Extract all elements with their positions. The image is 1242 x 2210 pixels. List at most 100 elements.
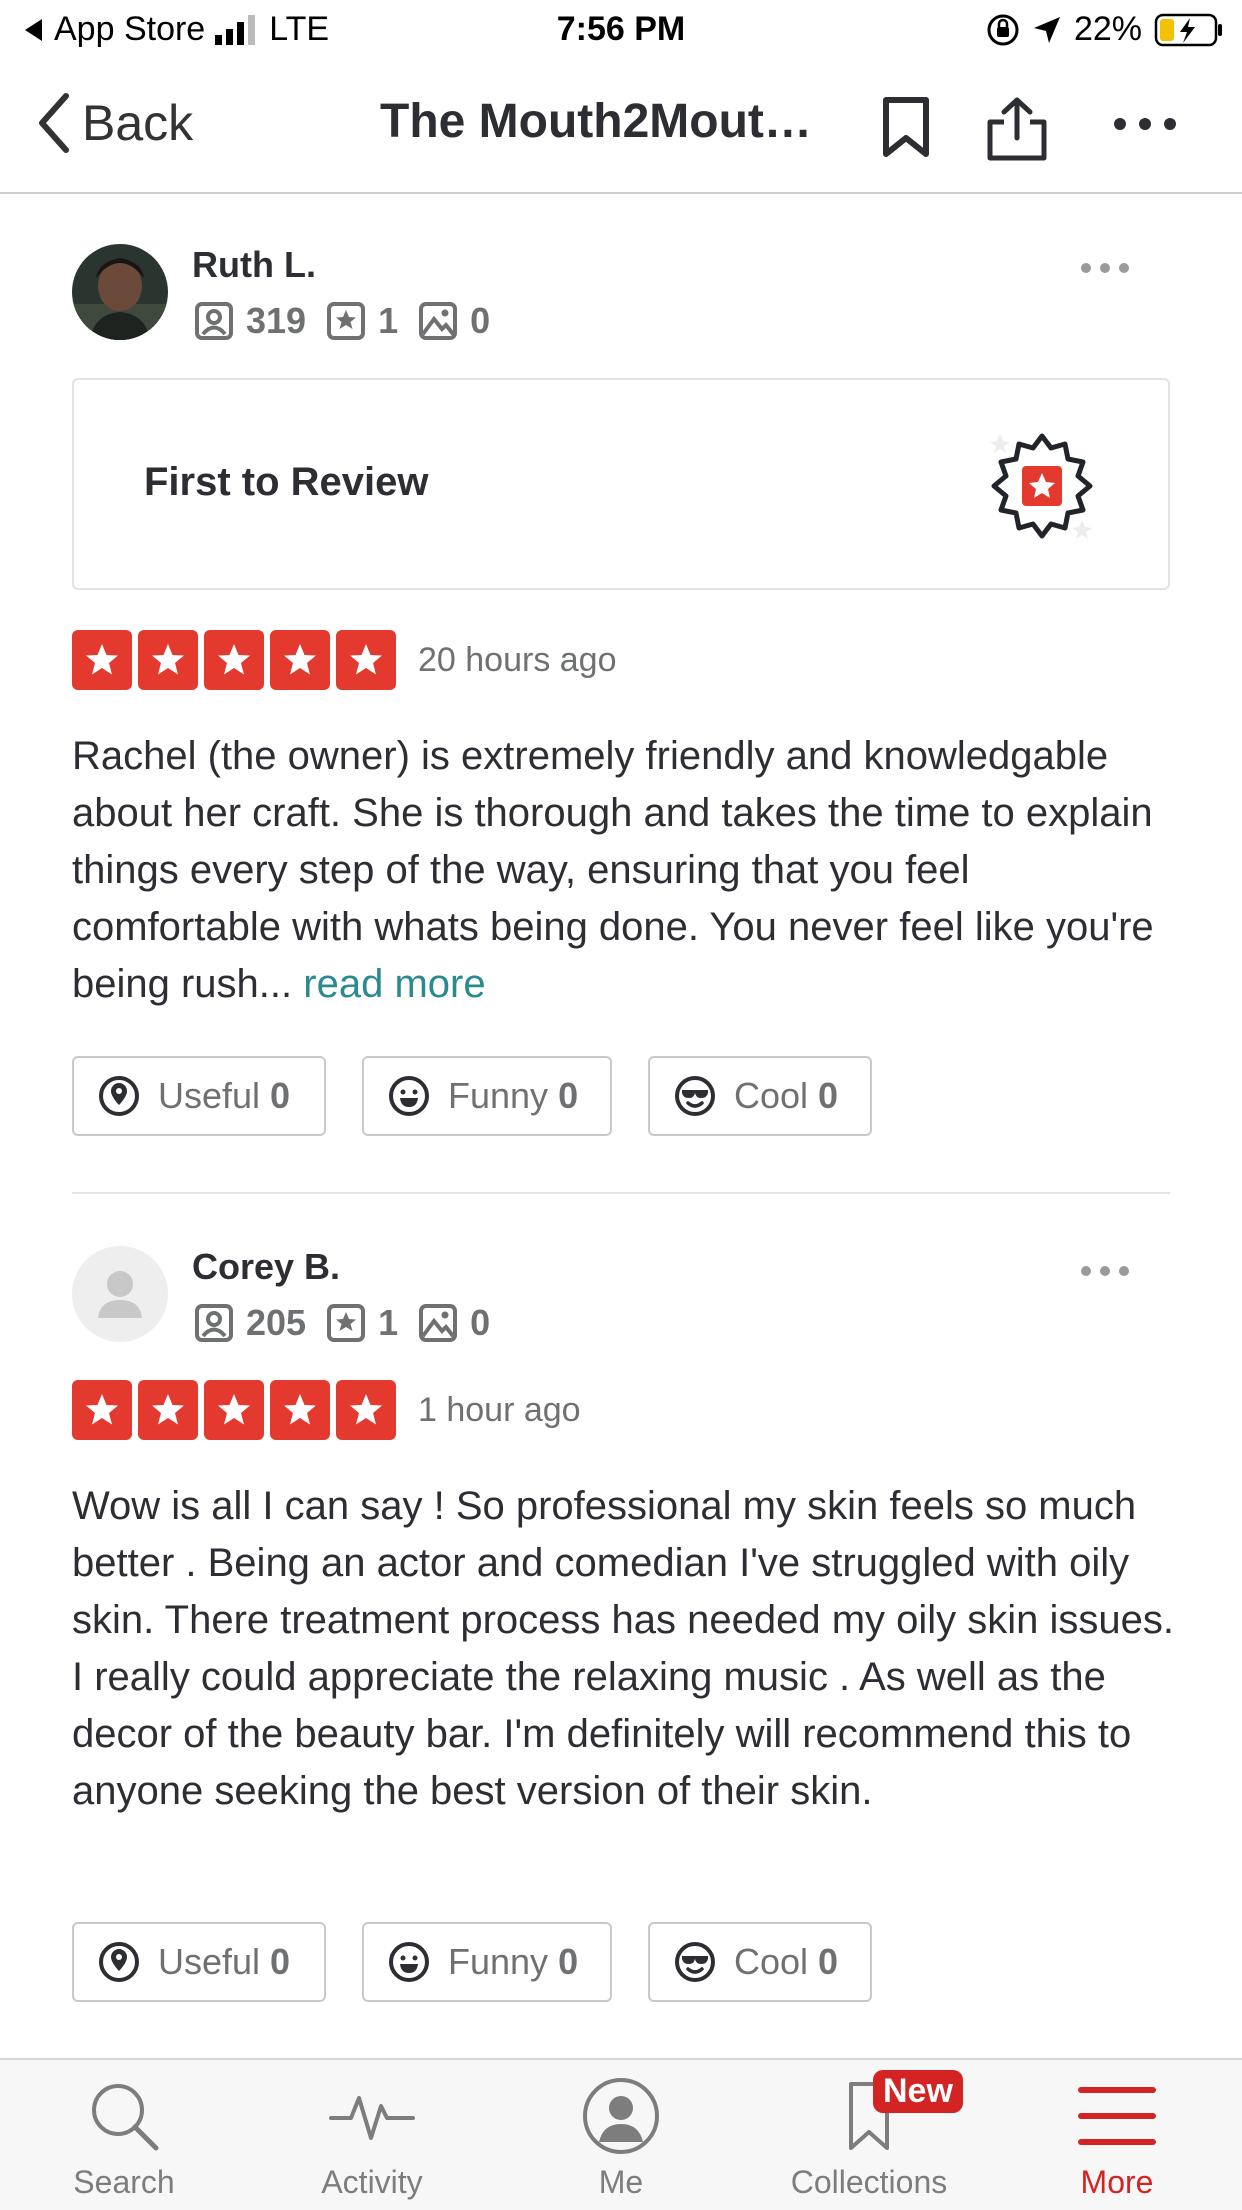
star-icon: [138, 1380, 198, 1440]
friends-count: 205: [246, 1302, 307, 1343]
tab-more[interactable]: More: [993, 2060, 1241, 2210]
funny-button[interactable]: Funny 0: [362, 1922, 612, 2002]
tab-label: More: [1080, 2164, 1154, 2200]
funny-button[interactable]: Funny 0: [362, 1056, 612, 1136]
more-options-icon[interactable]: [1112, 116, 1178, 132]
avatar-placeholder[interactable]: [72, 1246, 168, 1342]
star-icon: [138, 630, 198, 690]
reaction-buttons: Useful 0 Funny 0 Cool 0: [72, 1056, 872, 1136]
more-dots-icon: [1081, 1266, 1129, 1276]
funny-icon: [389, 1942, 429, 1982]
star-icon: [72, 1380, 132, 1440]
useful-label: Useful: [158, 1941, 261, 1982]
more-dots-icon: [1081, 263, 1129, 273]
review-options-button[interactable]: [1080, 262, 1130, 274]
funny-count: 0: [558, 1941, 579, 1982]
tab-collections[interactable]: New Collections: [745, 2060, 993, 2210]
photos-count: 0: [470, 300, 491, 341]
cool-count: 0: [818, 1941, 839, 1982]
menu-icon: [1078, 2087, 1156, 2145]
avatar[interactable]: [72, 244, 168, 340]
review-time: 20 hours ago: [418, 640, 617, 679]
tab-bar: Search Activity Me New Collections More: [0, 2058, 1242, 2210]
activity-icon: [329, 2096, 415, 2140]
friends-icon: [195, 1304, 233, 1342]
photos-count: 0: [470, 1302, 491, 1343]
reviews-icon: [327, 1304, 366, 1342]
search-icon: [92, 2084, 159, 2151]
funny-icon: [389, 1076, 429, 1116]
useful-icon: [99, 1076, 139, 1116]
rating-row: 1 hour ago: [72, 1380, 581, 1440]
star-icon: [336, 630, 396, 690]
battery-icon: [1154, 13, 1222, 46]
badge-label: First to Review: [144, 460, 429, 504]
cool-icon: [675, 1942, 715, 1982]
review-text: Wow is all I can say ! So professional m…: [72, 1478, 1182, 1820]
useful-button[interactable]: Useful 0: [72, 1056, 326, 1136]
cool-icon: [675, 1076, 715, 1116]
tab-activity[interactable]: Activity: [248, 2060, 496, 2210]
reviews-count: 1: [378, 300, 399, 341]
tab-label: Activity: [321, 2164, 423, 2200]
reviews-icon: [327, 302, 366, 340]
star-icon: [204, 1380, 264, 1440]
profile-icon: [583, 2078, 659, 2154]
back-label: Back: [82, 95, 194, 151]
star-icon: [270, 630, 330, 690]
useful-icon: [99, 1942, 139, 1982]
review-divider: [72, 1192, 1170, 1194]
star-icon: [270, 1380, 330, 1440]
chevron-left-icon: [39, 93, 69, 153]
orientation-lock-icon: [987, 14, 1019, 45]
useful-count: 0: [270, 1075, 291, 1116]
award-badge-icon: [990, 433, 1093, 539]
useful-button[interactable]: Useful 0: [72, 1922, 326, 2002]
star-icon: [204, 630, 264, 690]
photos-icon: [419, 1304, 458, 1342]
reaction-buttons: Useful 0 Funny 0 Cool 0: [72, 1922, 872, 2002]
useful-label: Useful: [158, 1075, 261, 1116]
cool-button[interactable]: Cool 0: [648, 1056, 872, 1136]
tab-label: Collections: [790, 2164, 948, 2200]
photos-icon: [419, 302, 458, 340]
rating-row: 20 hours ago: [72, 630, 617, 690]
battery-percent: 22%: [1073, 10, 1142, 48]
reviewer-stats: 319 1 0: [194, 300, 500, 342]
status-bar: App Store LTE 7:56 PM 22%: [0, 0, 1242, 62]
cool-button[interactable]: Cool 0: [648, 1922, 872, 2002]
funny-label: Funny: [448, 1941, 549, 1982]
reviews-count: 1: [378, 1302, 399, 1343]
star-rating: [72, 1380, 396, 1440]
share-icon[interactable]: [984, 96, 1050, 162]
star-icon: [72, 630, 132, 690]
tab-label: Search: [73, 2164, 175, 2200]
bookmark-icon[interactable]: [880, 96, 932, 158]
back-button[interactable]: Back: [36, 92, 193, 154]
review-time: 1 hour ago: [418, 1390, 581, 1429]
navigation-bar: Back The Mouth2Mouth Beauty Bar: [0, 62, 1242, 194]
location-icon: [1033, 16, 1060, 43]
friends-icon: [195, 302, 233, 340]
reviewer-stats: 205 1 0: [194, 1302, 500, 1344]
new-badge: New: [873, 2070, 963, 2113]
read-more-link[interactable]: read more: [303, 962, 485, 1006]
cool-label: Cool: [734, 1941, 809, 1982]
useful-count: 0: [270, 1941, 291, 1982]
review-options-button[interactable]: [1080, 1265, 1130, 1277]
tab-label: Me: [598, 2164, 644, 2200]
reviewer-name[interactable]: Corey B.: [192, 1246, 340, 1288]
tab-me[interactable]: Me: [497, 2060, 745, 2210]
review-text: Rachel (the owner) is extremely friendly…: [72, 728, 1182, 1013]
cool-label: Cool: [734, 1075, 809, 1116]
page-title: The Mouth2Mouth Beauty Bar: [380, 95, 840, 148]
reviewer-name[interactable]: Ruth L.: [192, 244, 316, 286]
star-rating: [72, 630, 396, 690]
review-body: Wow is all I can say ! So professional m…: [72, 1484, 1174, 1813]
star-icon: [336, 1380, 396, 1440]
review-body: Rachel (the owner) is extremely friendly…: [72, 734, 1154, 1006]
tab-search[interactable]: Search: [0, 2060, 248, 2210]
first-to-review-card[interactable]: First to Review: [72, 378, 1170, 590]
friends-count: 319: [246, 300, 307, 341]
cool-count: 0: [818, 1075, 839, 1116]
